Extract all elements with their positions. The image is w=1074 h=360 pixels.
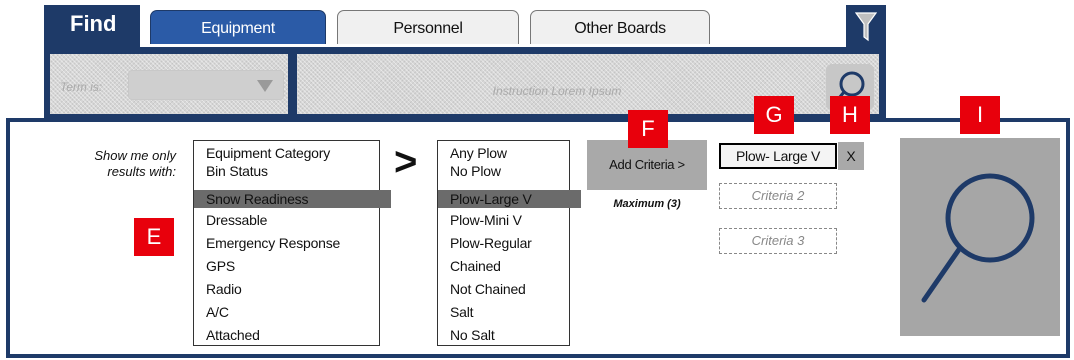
list-item[interactable]: Dressable xyxy=(194,211,391,229)
marker-h: H xyxy=(830,96,870,134)
funnel-icon xyxy=(855,12,877,42)
list-item[interactable]: Emergency Response xyxy=(194,234,391,252)
maximum-note: Maximum (3) xyxy=(613,198,681,210)
list-item[interactable]: No Plow xyxy=(438,162,581,180)
search-icon xyxy=(921,173,1035,303)
criteria-slot-2: Criteria 2 xyxy=(719,183,837,209)
list-item[interactable]: Bin Status xyxy=(194,162,391,180)
chevron-down-icon xyxy=(257,80,273,92)
list-item[interactable]: GPS xyxy=(194,257,391,275)
filter-button[interactable] xyxy=(846,5,886,47)
remove-criteria-button[interactable]: X xyxy=(838,142,864,170)
tab-equipment[interactable]: Equipment xyxy=(150,10,326,44)
value-list[interactable]: Any Plow No Plow Plow-Large V Plow-Mini … xyxy=(437,140,581,346)
list-item[interactable]: Chained xyxy=(438,257,581,275)
separator-arrow: > xyxy=(394,140,418,184)
list-item[interactable]: Plow-Regular xyxy=(438,234,581,252)
term-label: Term is: xyxy=(60,80,103,94)
list-item[interactable]: No Salt xyxy=(438,326,581,344)
criteria-chip: Plow- Large V xyxy=(719,143,837,169)
list-item-selected[interactable]: Snow Readiness xyxy=(194,190,391,208)
list-item[interactable]: Any Plow xyxy=(438,144,581,162)
list-item[interactable]: Salt xyxy=(438,303,581,321)
search-button[interactable] xyxy=(900,138,1060,336)
list-item[interactable]: Equipment Category xyxy=(194,144,391,162)
search-instruction: Instruction Lorem Ipsum xyxy=(492,84,622,98)
category-list[interactable]: Equipment Category Bin Status Snow Readi… xyxy=(193,140,391,346)
list-item[interactable]: Not Chained xyxy=(438,280,581,298)
list-item[interactable]: Attached xyxy=(194,326,391,344)
criteria-slot-3: Criteria 3 xyxy=(719,228,837,254)
list-item[interactable]: Plow-Mini V xyxy=(438,211,581,229)
marker-i: I xyxy=(960,96,1000,134)
list-item[interactable]: Radio xyxy=(194,280,391,298)
marker-f: F xyxy=(628,110,668,148)
list-item[interactable]: A/C xyxy=(194,303,391,321)
show-me-label: Show me only results with: xyxy=(94,148,176,179)
find-tab: Find xyxy=(44,5,140,47)
list-item-selected[interactable]: Plow-Large V xyxy=(438,190,581,208)
tab-other-boards[interactable]: Other Boards xyxy=(530,10,710,44)
marker-e: E xyxy=(134,218,174,256)
marker-g: G xyxy=(754,96,794,134)
tab-personnel[interactable]: Personnel xyxy=(337,10,519,44)
term-dropdown[interactable] xyxy=(128,70,284,100)
